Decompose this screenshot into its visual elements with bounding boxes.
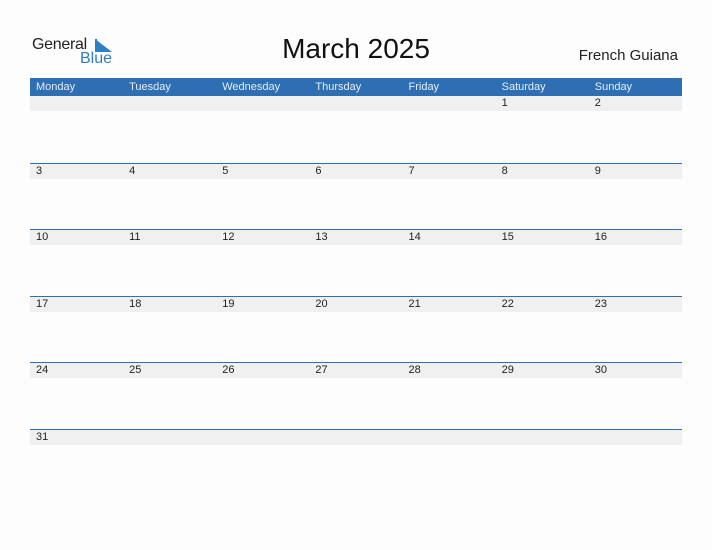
day-cell: 18 (129, 297, 142, 310)
weekday-thursday: Thursday (315, 81, 362, 93)
day-cell: 16 (594, 231, 607, 244)
week-row: 17 18 19 20 21 22 23 (30, 295, 682, 363)
day-cell: 6 (315, 164, 322, 177)
date-strip: 3 4 5 6 7 8 9 (30, 163, 682, 179)
day-cell (496, 430, 589, 445)
day-cell (403, 96, 496, 111)
day-cell (216, 96, 309, 111)
day-cell: 4 (129, 164, 136, 177)
day-cell: 1 (501, 97, 508, 109)
date-strip: 12 (30, 96, 682, 111)
day-cell (309, 430, 402, 445)
day-cell: 19 (222, 297, 235, 310)
date-strip: 17 18 19 20 21 22 23 (30, 296, 682, 312)
weekday-sunday: Sunday (594, 81, 633, 93)
weekday-header: Monday Tuesday Wednesday Thursday Friday… (30, 78, 682, 96)
day-cell: 5 (222, 164, 229, 177)
day-cell: 10 (36, 231, 49, 244)
day-cell: 15 (501, 231, 514, 244)
region-label: French Guiana (578, 47, 678, 64)
day-cell: 11 (129, 231, 141, 244)
day-cell: 31 (36, 430, 49, 443)
day-cell: 8 (501, 164, 508, 177)
day-cell: 29 (501, 364, 514, 377)
day-cell: 20 (315, 297, 328, 310)
weekday-saturday: Saturday (501, 81, 546, 93)
week-row: 10 11 12 13 14 15 16 (30, 229, 682, 296)
week-row: 12 (30, 96, 682, 163)
date-strip: 24 25 26 27 28 29 30 (30, 363, 682, 379)
day-cell: 30 (594, 364, 607, 377)
calendar: Monday Tuesday Wednesday Thursday Friday… (30, 78, 682, 496)
weekday-monday: Monday (36, 81, 76, 93)
day-cell: 26 (222, 364, 235, 377)
day-cell (30, 96, 123, 111)
week-row: 31 (30, 428, 682, 496)
day-cell: 12 (222, 231, 235, 244)
day-cell: 13 (315, 231, 328, 244)
weekday-wednesday: Wednesday (222, 81, 281, 93)
day-cell: 22 (501, 297, 514, 310)
day-cell: 14 (408, 231, 421, 244)
day-cell: 9 (594, 164, 601, 177)
date-strip: 31 (30, 429, 682, 445)
day-cell: 28 (408, 364, 421, 377)
week-row: 24 25 26 27 28 29 30 (30, 362, 682, 429)
day-cell: 24 (36, 364, 49, 377)
day-cell (403, 430, 496, 445)
day-cell (589, 430, 682, 445)
week-row: 3 4 5 6 7 8 9 (30, 162, 682, 230)
day-cell: 17 (36, 297, 49, 310)
day-cell (216, 430, 309, 445)
weekday-tuesday: Tuesday (129, 81, 171, 93)
day-cell: 3 (36, 164, 43, 177)
day-cell: 21 (408, 297, 421, 310)
day-cell (123, 96, 216, 111)
weekday-friday: Friday (408, 81, 440, 93)
day-cell: 7 (408, 164, 415, 177)
day-cell: 25 (129, 364, 142, 377)
day-cell: 2 (594, 97, 601, 109)
weeks-container: 1 2 3 4 5 6 7 8 9 10 11 12 13 14 15 16 17 18 19 20 21 22 23 24 2… (30, 96, 682, 496)
day-cell (123, 430, 216, 445)
day-cell: 27 (315, 364, 328, 377)
date-strip: 10 11 12 13 14 15 16 (30, 230, 682, 246)
day-cell: 23 (594, 297, 607, 310)
day-cell (309, 96, 402, 111)
